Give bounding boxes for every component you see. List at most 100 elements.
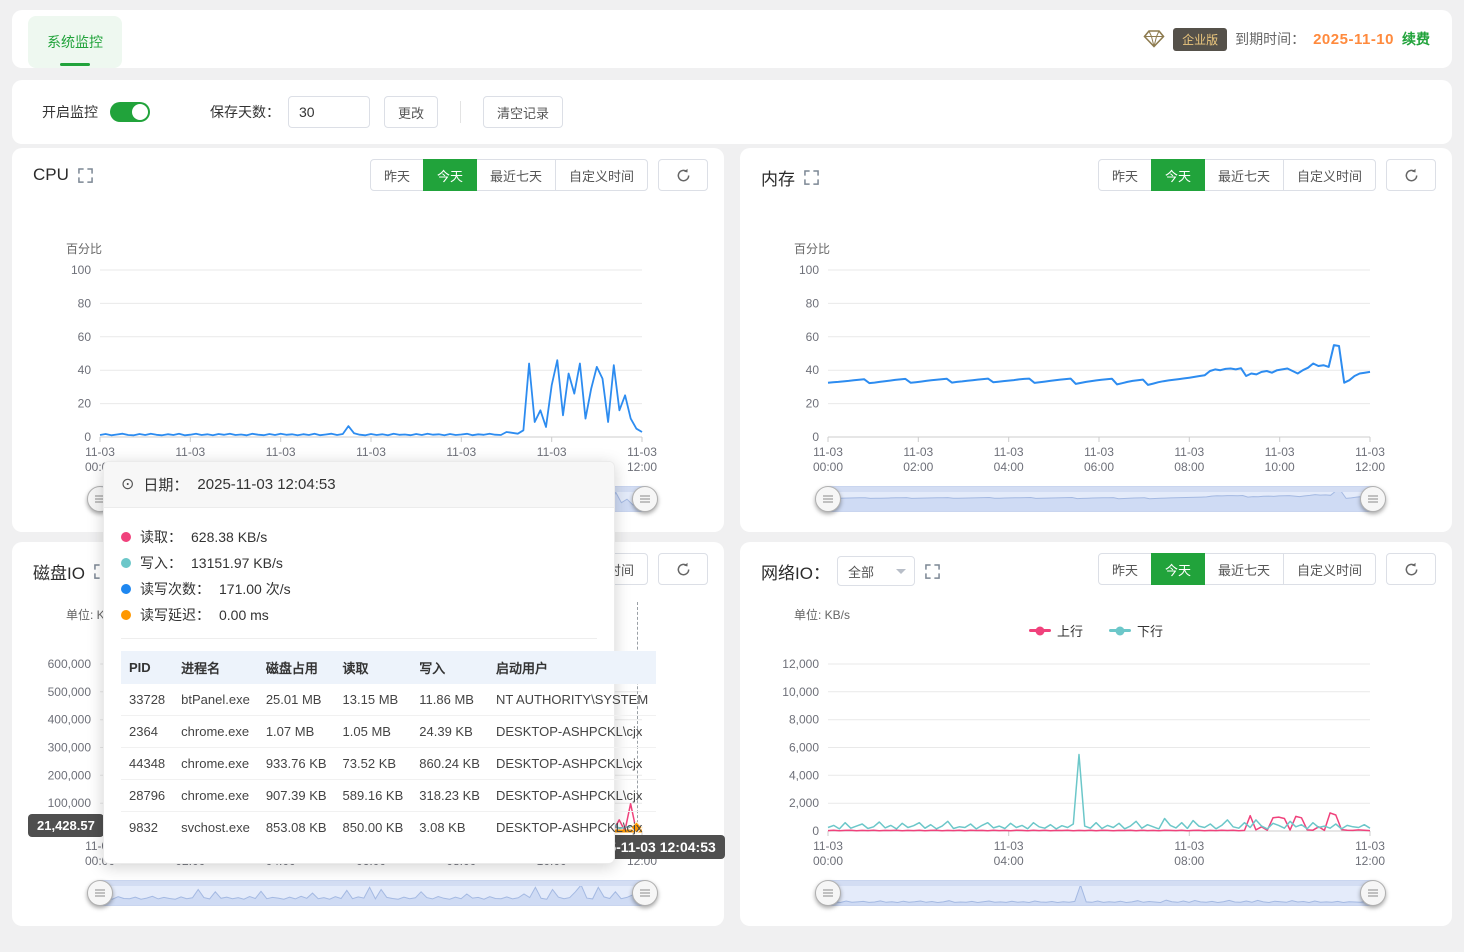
- process-table-header: PID进程名磁盘占用读取写入启动用户: [121, 651, 656, 684]
- network-chart-canvas: 02,0004,0006,0008,00010,00012,00011-0300…: [740, 654, 1452, 880]
- svg-text:04:00: 04:00: [994, 460, 1024, 474]
- slider-handle-right[interactable]: [1360, 486, 1386, 512]
- network-legend: 上行 下行: [740, 621, 1452, 640]
- cpu-range-yesterday[interactable]: 昨天: [370, 159, 424, 191]
- monitor-toggle-label: 开启监控: [42, 102, 98, 122]
- svg-text:00:00: 00:00: [813, 854, 843, 868]
- svg-text:10:00: 10:00: [1265, 460, 1295, 474]
- svg-text:8,000: 8,000: [789, 713, 819, 727]
- network-range-last7[interactable]: 最近七天: [1204, 553, 1284, 585]
- table-row: 44348chrome.exe933.76 KB73.52 KB860.24 K…: [121, 748, 656, 780]
- cpu-refresh-button[interactable]: [658, 159, 708, 191]
- svg-text:400,000: 400,000: [48, 713, 92, 727]
- disk-io-tooltip: ⊙ 日期： 2025-11-03 12:04:53 读取：628.38 KB/s…: [103, 461, 615, 864]
- divider: [460, 101, 461, 123]
- svg-text:08:00: 08:00: [1174, 854, 1204, 868]
- memory-range-custom[interactable]: 自定义时间: [1283, 159, 1376, 191]
- cpu-range-last7[interactable]: 最近七天: [476, 159, 556, 191]
- disk-datazoom-slider[interactable]: [100, 880, 645, 906]
- cpu-range-custom[interactable]: 自定义时间: [555, 159, 648, 191]
- memory-datazoom-slider[interactable]: [828, 486, 1373, 512]
- svg-text:11-03: 11-03: [1355, 445, 1385, 459]
- tooltip-body: 读取：628.38 KB/s写入：13151.97 KB/s读写次数：171.0…: [104, 508, 614, 863]
- cpu-range-today[interactable]: 今天: [423, 159, 477, 191]
- svg-text:11-03: 11-03: [1265, 445, 1295, 459]
- clear-records-button[interactable]: 清空记录: [483, 96, 563, 128]
- tab-system-monitor[interactable]: 系统监控: [28, 16, 122, 68]
- expand-icon[interactable]: [925, 564, 940, 579]
- monitor-toggle[interactable]: [110, 102, 150, 122]
- svg-text:4,000: 4,000: [789, 768, 819, 782]
- memory-range-today[interactable]: 今天: [1151, 159, 1205, 191]
- slider-handle-right[interactable]: [632, 880, 658, 906]
- svg-text:02:00: 02:00: [903, 460, 933, 474]
- svg-text:60: 60: [806, 330, 820, 344]
- cpu-chart-canvas: 02040608010011-0300:0011-0302:0011-0304:…: [12, 260, 724, 486]
- svg-text:08:00: 08:00: [1174, 460, 1204, 474]
- svg-text:10,000: 10,000: [782, 685, 819, 699]
- svg-text:0: 0: [84, 430, 91, 444]
- renew-link[interactable]: 续费: [1402, 29, 1430, 49]
- toggle-knob: [132, 104, 148, 120]
- slider-handle-left[interactable]: [815, 880, 841, 906]
- svg-text:06:00: 06:00: [1084, 460, 1114, 474]
- memory-range-last7[interactable]: 最近七天: [1204, 159, 1284, 191]
- network-range-custom[interactable]: 自定义时间: [1283, 553, 1376, 585]
- plan-badge: 企业版: [1173, 28, 1227, 51]
- clock-icon: ⊙: [121, 477, 134, 493]
- svg-text:100: 100: [799, 263, 819, 277]
- refresh-icon: [1404, 562, 1419, 577]
- slider-handle-left[interactable]: [87, 880, 113, 906]
- slider-handle-left[interactable]: [815, 486, 841, 512]
- slider-track[interactable]: [100, 880, 645, 906]
- days-input[interactable]: [288, 96, 370, 128]
- svg-text:12,000: 12,000: [782, 657, 819, 671]
- network-range-yesterday[interactable]: 昨天: [1098, 553, 1152, 585]
- svg-text:80: 80: [78, 296, 92, 310]
- svg-text:40: 40: [806, 363, 820, 377]
- change-days-button[interactable]: 更改: [384, 96, 438, 128]
- slider-handle-right[interactable]: [1360, 880, 1386, 906]
- disk-refresh-button[interactable]: [658, 553, 708, 585]
- slider-track[interactable]: [828, 486, 1373, 512]
- tooltip-metrics: 读取：628.38 KB/s写入：13151.97 KB/s读写次数：171.0…: [121, 524, 597, 628]
- svg-text:100,000: 100,000: [48, 796, 92, 810]
- svg-text:00:00: 00:00: [813, 460, 843, 474]
- memory-refresh-button[interactable]: [1386, 159, 1436, 191]
- memory-panel: 内存 昨天 今天 最近七天 自定义时间 百分比 02040608010011-0…: [740, 148, 1452, 532]
- network-refresh-button[interactable]: [1386, 553, 1436, 585]
- slider-handle-right[interactable]: [632, 486, 658, 512]
- cpu-title-text: CPU: [33, 165, 69, 185]
- legend-item-download[interactable]: 下行: [1109, 621, 1163, 640]
- svg-text:11-03: 11-03: [1084, 445, 1114, 459]
- svg-text:11-03: 11-03: [994, 445, 1024, 459]
- top-bar: 系统监控 企业版 到期时间： 2025-11-10 续费: [12, 10, 1452, 68]
- svg-text:100: 100: [71, 263, 91, 277]
- svg-text:60: 60: [78, 330, 92, 344]
- table-row: 28796chrome.exe907.39 KB589.16 KB318.23 …: [121, 780, 656, 812]
- expand-icon[interactable]: [78, 168, 93, 183]
- refresh-icon: [1404, 168, 1419, 183]
- table-row: 33728btPanel.exe25.01 MB13.15 MB11.86 MB…: [121, 684, 656, 716]
- legend-item-upload[interactable]: 上行: [1029, 621, 1083, 640]
- svg-text:11-03: 11-03: [994, 839, 1024, 853]
- diamond-icon: [1143, 29, 1165, 49]
- svg-text:6,000: 6,000: [789, 741, 819, 755]
- table-row: 2364chrome.exe1.07 MB1.05 MB24.39 KBDESK…: [121, 716, 656, 748]
- disk-panel-title: 磁盘IO: [33, 559, 109, 584]
- interface-select[interactable]: 全部: [837, 556, 915, 586]
- svg-text:80: 80: [806, 296, 820, 310]
- cpu-axis-unit: 百分比: [66, 240, 102, 257]
- svg-text:20: 20: [78, 397, 92, 411]
- memory-range-yesterday[interactable]: 昨天: [1098, 159, 1152, 191]
- cpu-range-group: 昨天 今天 最近七天 自定义时间: [370, 159, 648, 191]
- network-datazoom-slider[interactable]: [828, 880, 1373, 906]
- table-row: 9832svchost.exe853.08 KB850.00 KB3.08 KB…: [121, 812, 656, 844]
- network-range-today[interactable]: 今天: [1151, 553, 1205, 585]
- slider-track[interactable]: [828, 880, 1373, 906]
- refresh-icon: [676, 562, 691, 577]
- expand-icon[interactable]: [804, 170, 819, 185]
- svg-text:12:00: 12:00: [627, 460, 657, 474]
- tooltip-header: ⊙ 日期： 2025-11-03 12:04:53: [104, 462, 614, 508]
- tab-active-underline: [60, 63, 90, 66]
